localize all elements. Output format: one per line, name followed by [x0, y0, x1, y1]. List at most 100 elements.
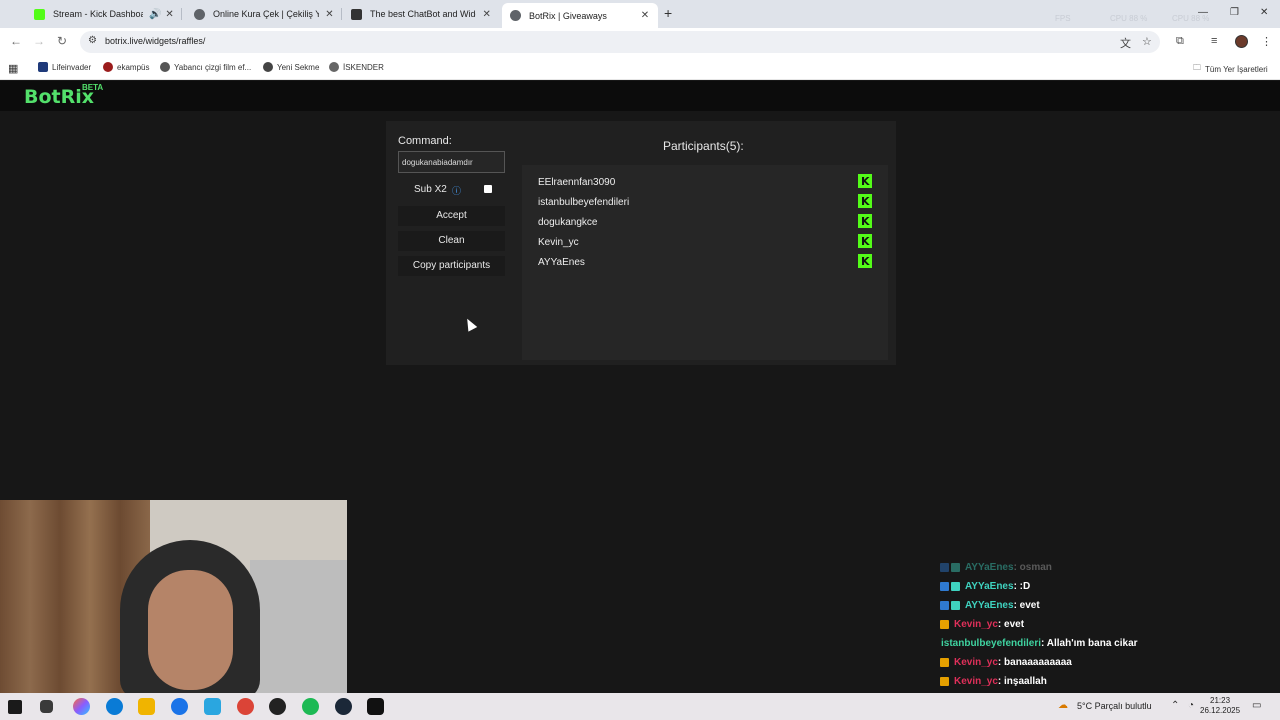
file-explorer-icon[interactable]	[138, 698, 155, 715]
participant-row: EElraennfan3090 K	[538, 172, 872, 192]
weather-icon: ☁	[1058, 700, 1068, 711]
bookmark-iskender[interactable]: İSKENDER	[329, 62, 384, 72]
steam-icon[interactable]	[335, 698, 352, 715]
tab-label: Online Kura Çek | Çekiliş Yap	[213, 9, 319, 19]
site-info-icon[interactable]: ⚙	[88, 35, 97, 46]
chat-username: Kevin_yc	[954, 656, 998, 668]
all-bookmarks-folder[interactable]: 🗀 Tüm Yer İşaretleri	[1193, 62, 1268, 76]
tab-kick-dashboard[interactable]: Stream - Kick Dashboard 🔊 ✕	[26, 3, 182, 25]
badge-icon	[940, 562, 949, 572]
bookmark-label: Yabancı çizgi film ef...	[174, 62, 252, 72]
minimize-icon[interactable]: —	[1198, 7, 1208, 18]
chat-username: AYYaEnes	[965, 580, 1014, 592]
chat-message: Kevin_yc : evet	[940, 616, 1024, 632]
bookmark-yeni-sekme[interactable]: Yeni Sekme	[263, 62, 319, 72]
weather-text: 5°C Parçalı bulutlu	[1077, 701, 1152, 711]
bookmarks-bar: ▦ Lifeinvader ekampüs Yabancı çizgi film…	[0, 56, 1280, 80]
chrome-icon[interactable]	[171, 698, 188, 715]
close-tab-icon[interactable]: ✕	[640, 10, 650, 21]
reload-icon[interactable]: ↻	[57, 34, 67, 48]
edge-icon[interactable]	[106, 698, 123, 715]
bookmark-label: Lifeinvader	[52, 62, 92, 72]
new-tab-button[interactable]: +	[664, 5, 672, 21]
chat-username: istanbulbeyefendileri	[941, 637, 1042, 649]
chat-username: AYYaEnes	[965, 599, 1014, 611]
clock-date: 26.12.2025	[1200, 706, 1241, 715]
app-black-icon[interactable]	[367, 698, 384, 715]
participant-name: istanbulbeyefendileri	[538, 197, 630, 208]
bookmark-star-icon[interactable]: ☆	[1142, 35, 1152, 48]
command-input[interactable]	[398, 151, 505, 173]
participants-list: EElraennfan3090 K istanbulbeyefendileri …	[522, 165, 888, 360]
copy-participants-button[interactable]: Copy participants	[398, 256, 505, 276]
notification-icon[interactable]: ▭	[1252, 700, 1261, 711]
kick-platform-icon: K	[858, 214, 872, 228]
system-clock[interactable]: 21:23 26.12.2025	[1200, 696, 1240, 716]
chat-text: : evet	[997, 618, 1025, 630]
start-windows-icon[interactable]	[8, 700, 22, 714]
close-window-icon[interactable]: ✕	[1260, 7, 1268, 18]
copilot-icon[interactable]	[73, 698, 90, 715]
fps-overlay: FPS	[1055, 14, 1071, 23]
badge-icon	[940, 619, 949, 629]
tab-chatbot-widgets[interactable]: The best ChatBot and Widgets ✕	[343, 3, 499, 25]
chat-text: : inşaallah	[997, 675, 1047, 687]
bookmark-label: ekampüs	[117, 62, 150, 72]
site-header: BotRix BETA	[0, 81, 1280, 111]
sub-x2-label: Sub X2	[414, 184, 447, 195]
kick-platform-icon: K	[858, 194, 872, 208]
translate-icon[interactable]: 文	[1120, 35, 1131, 51]
profile-avatar[interactable]	[1235, 35, 1248, 48]
address-bar[interactable]: ⚙ botrix.live/widgets/raffles/	[80, 31, 1160, 53]
sub-x2-checkbox[interactable]	[484, 185, 492, 193]
chat-message: AYYaEnes : :D	[940, 578, 1030, 594]
close-tab-icon[interactable]: ✕	[165, 9, 174, 20]
clean-button[interactable]: Clean	[398, 231, 505, 251]
globe-icon	[194, 8, 205, 20]
badge-icon	[940, 657, 949, 667]
badge-icon	[951, 562, 960, 572]
webcam-overlay	[0, 500, 347, 694]
speaker-icon[interactable]: 🔊	[149, 9, 161, 20]
badge-icon	[951, 600, 960, 610]
bookmark-lifeinvader[interactable]: Lifeinvader	[38, 62, 91, 72]
tab-online-kura[interactable]: Online Kura Çek | Çekiliş Yap ✕	[186, 3, 342, 25]
back-icon[interactable]: ←	[10, 34, 22, 48]
botrix-favicon-icon	[351, 8, 362, 20]
apps-grid-icon[interactable]: ▦	[8, 62, 18, 75]
wifi-icon[interactable]: ◔	[1188, 700, 1194, 711]
task-view-icon[interactable]	[40, 700, 53, 713]
extensions-icon[interactable]: ⧉	[1176, 35, 1184, 48]
bookmark-favicon-icon	[103, 62, 113, 72]
close-tab-icon[interactable]: ✕	[482, 9, 491, 20]
chat-username: Kevin_yc	[954, 675, 998, 687]
menu-kebab-icon[interactable]: ⋮	[1261, 35, 1272, 48]
chat-message: Kevin_yc : banaaaaaaaaa	[940, 654, 1072, 670]
kick-platform-icon: K	[858, 234, 872, 248]
bookmark-label: Yeni Sekme	[277, 62, 320, 72]
tab-label: Stream - Kick Dashboard	[53, 9, 144, 19]
info-icon[interactable]: ⓘ	[452, 184, 461, 197]
tab-botrix-giveaways[interactable]: BotRix | Giveaways ✕	[502, 3, 658, 28]
accept-button[interactable]: Accept	[398, 206, 505, 226]
kick-platform-icon: K	[858, 174, 872, 188]
bookmark-favicon-icon	[38, 62, 48, 72]
command-label: Command:	[398, 135, 452, 147]
app-icon[interactable]	[204, 698, 221, 715]
participant-row: dogukangkce K	[538, 212, 872, 232]
bookmark-yabanci[interactable]: Yabancı çizgi film ef...	[160, 62, 251, 72]
chat-text: : :D	[1013, 580, 1031, 592]
obs-icon[interactable]	[269, 698, 286, 715]
participant-name: Kevin_yc	[538, 237, 579, 248]
forward-icon[interactable]: →	[33, 34, 45, 48]
chrome-active-icon[interactable]	[237, 698, 254, 715]
chat-message: AYYaEnes : evet	[940, 597, 1040, 613]
media-control-icon[interactable]: ≡	[1211, 35, 1217, 47]
bookmark-ekampus[interactable]: ekampüs	[103, 62, 149, 72]
chat-text: : osman	[1013, 561, 1052, 573]
tray-chevron-icon[interactable]: ⌃	[1171, 700, 1179, 711]
spotify-icon[interactable]	[302, 698, 319, 715]
clock-time: 21:23	[1210, 696, 1231, 705]
restore-icon[interactable]: ❐	[1230, 7, 1239, 18]
close-tab-icon[interactable]: ✕	[325, 9, 334, 20]
